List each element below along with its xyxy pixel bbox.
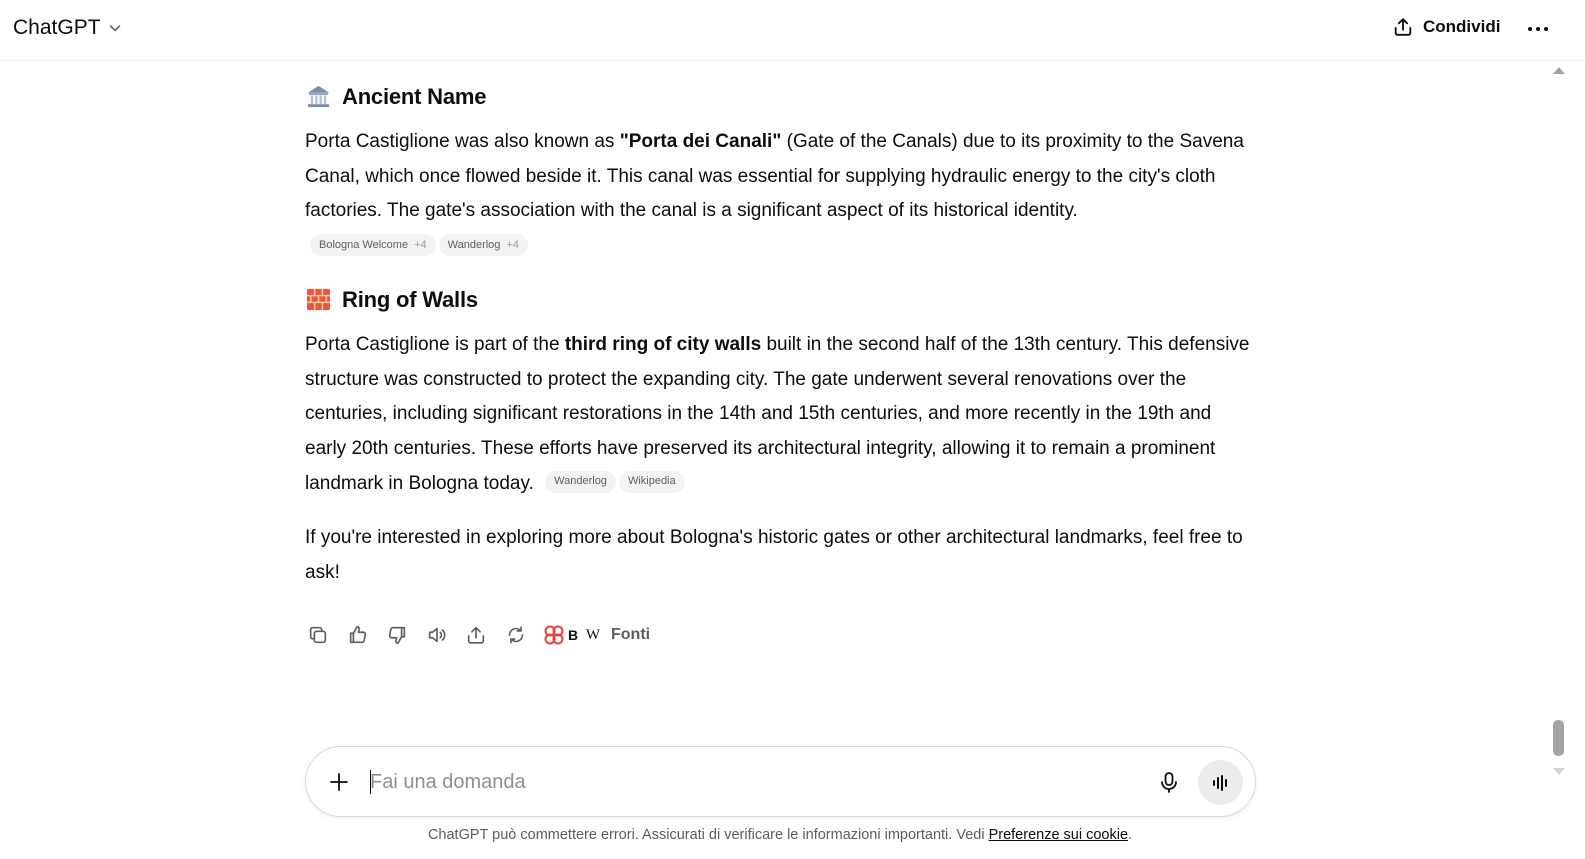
sources-button[interactable]: B W Fonti — [544, 625, 650, 645]
paragraph-bold-text: "Porta dei Canali" — [619, 131, 782, 152]
citation-label: Wanderlog — [554, 475, 607, 488]
top-bar: ChatGPT Condividi — [0, 0, 1585, 61]
read-aloud-icon — [428, 627, 446, 643]
brick-icon — [306, 288, 331, 311]
good-response-button[interactable] — [345, 622, 371, 648]
text-caret — [370, 770, 371, 794]
closing-paragraph: If you're interested in exploring more a… — [305, 527, 1243, 583]
thumbs-down-icon — [388, 626, 406, 645]
citations-row: Bologna Welcome +4 Wanderlog +4 — [310, 234, 531, 258]
paragraph-text: Porta Castiglione was also known as — [305, 131, 620, 152]
share-label: Condividi — [1423, 17, 1501, 36]
section-paragraph: Porta Castiglione was also known as "Por… — [305, 125, 1255, 229]
app-title: ChatGPT — [13, 16, 101, 39]
citation-label: Wanderlog — [447, 239, 501, 251]
message-composer — [305, 746, 1256, 817]
citation-count: +4 — [414, 239, 427, 251]
regenerate-button[interactable] — [503, 622, 529, 648]
section-paragraph: Porta Castiglione is part of the third r… — [305, 328, 1255, 502]
citation-count: +4 — [506, 239, 519, 251]
citation-label: Wikipedia — [627, 475, 676, 488]
microphone-icon — [1161, 772, 1177, 793]
sources-label: Fonti — [611, 626, 651, 643]
bad-response-button[interactable] — [384, 622, 410, 648]
citation-chip[interactable]: Wikipedia — [618, 470, 685, 493]
voice-waveform-icon — [1212, 774, 1227, 791]
wanderlog-logo-icon: B — [567, 627, 579, 643]
paragraph-bold-text: third ring of city walls — [564, 334, 762, 355]
wikipedia-logo-icon: W — [585, 626, 601, 643]
disclaimer-end: . — [1128, 827, 1133, 843]
thumbs-up-icon — [349, 625, 366, 644]
model-selector[interactable]: ChatGPT — [13, 16, 123, 40]
section-heading: Ancient Name — [305, 83, 487, 110]
read-aloud-button[interactable] — [424, 622, 450, 648]
citation-chip[interactable]: Wanderlog +4 — [438, 234, 528, 256]
more-options-button[interactable] — [1524, 16, 1552, 42]
share-button[interactable]: Condividi — [1392, 16, 1500, 38]
message-actions: B W Fonti — [305, 622, 650, 648]
ellipsis-icon — [1528, 27, 1548, 31]
chevron-down-icon — [109, 25, 120, 32]
cookie-preferences-link[interactable]: Preferenze sui cookie — [989, 827, 1128, 843]
copy-button[interactable] — [305, 622, 331, 648]
share-icon — [1394, 18, 1412, 36]
section-heading: Ring of Walls — [305, 286, 478, 313]
scroll-down-arrow[interactable] — [1553, 768, 1565, 775]
paragraph-text: built in the second half of the 13th cen… — [305, 334, 1250, 494]
citation-chip[interactable]: Wanderlog — [545, 470, 616, 493]
dictate-button[interactable] — [1156, 769, 1182, 795]
section-title: Ring of Walls — [342, 286, 478, 312]
section-title: Ancient Name — [342, 83, 487, 109]
share-message-button[interactable] — [463, 622, 489, 648]
citation-chip[interactable]: Bologna Welcome +4 — [310, 234, 436, 256]
prompt-input[interactable] — [370, 765, 1130, 799]
regenerate-icon — [508, 626, 523, 644]
disclaimer: ChatGPT può commettere errori. Assicurat… — [0, 827, 1560, 843]
plus-icon — [330, 773, 348, 791]
paragraph-text: Porta Castiglione is part of the — [305, 334, 565, 355]
copy-icon — [309, 626, 327, 644]
share-icon — [467, 626, 485, 644]
scroll-up-arrow[interactable] — [1553, 67, 1565, 74]
scrollbar-thumb[interactable] — [1553, 720, 1564, 756]
source-logos: B W — [544, 625, 603, 645]
classical-building-icon — [307, 85, 330, 108]
voice-mode-button[interactable] — [1198, 760, 1243, 805]
disclaimer-text: ChatGPT può commettere errori. Assicurat… — [427, 827, 989, 843]
citation-label: Bologna Welcome — [319, 239, 409, 251]
attach-button[interactable] — [325, 768, 353, 796]
